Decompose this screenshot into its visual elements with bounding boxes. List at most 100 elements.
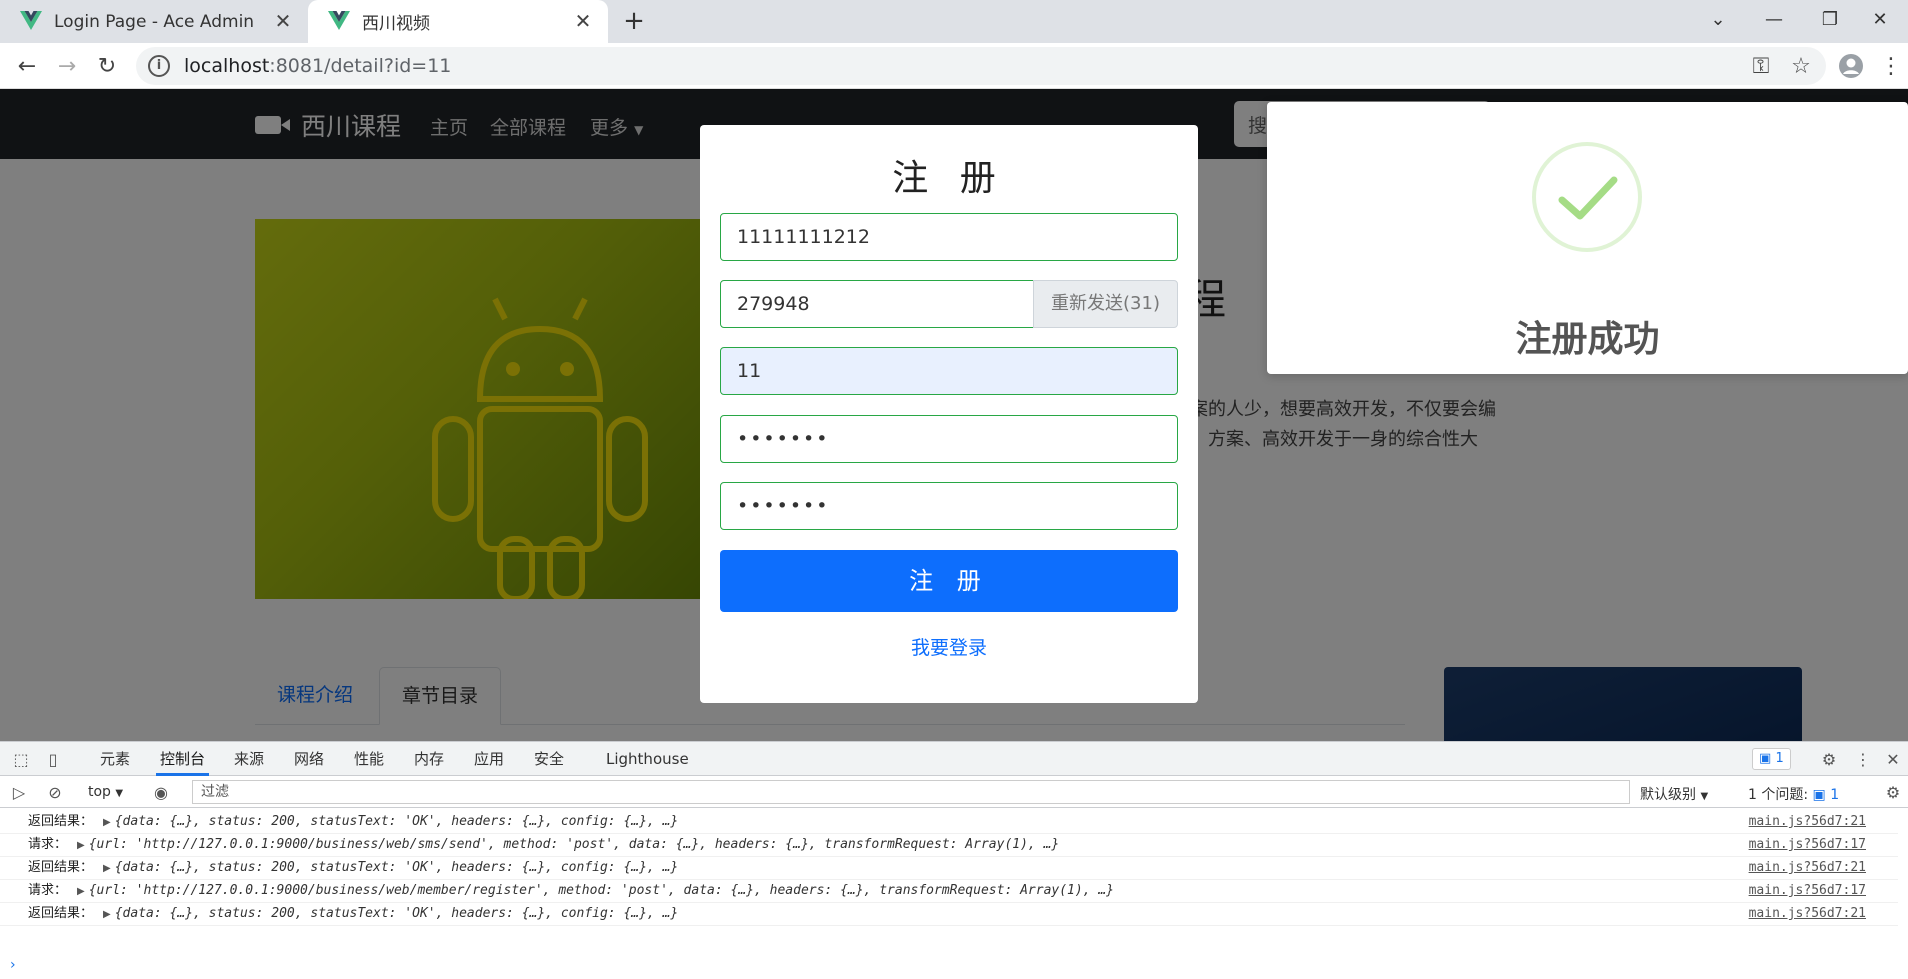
close-tab-icon[interactable]: ✕ bbox=[272, 9, 294, 33]
context-selector[interactable]: top ▼ bbox=[88, 784, 123, 800]
console-prompt-icon[interactable]: › bbox=[10, 957, 16, 973]
log-source-link[interactable]: main.js?56d7:21 bbox=[1749, 903, 1866, 925]
log-level-dropdown[interactable]: 默认级别 ▼ bbox=[1640, 784, 1708, 804]
issues-button[interactable]: 1 个问题: ▣ 1 bbox=[1748, 784, 1839, 804]
console-log-row: 返回结果： ▶ {data: {…}, status: 200, statusTex… bbox=[0, 811, 1898, 834]
register-title: 注 册 bbox=[892, 158, 1006, 199]
messages-badge[interactable]: ▣ 1 bbox=[1752, 748, 1791, 770]
phone-input[interactable]: 11111111212 bbox=[720, 213, 1178, 261]
log-label: 返回结果： bbox=[28, 814, 94, 829]
close-devtools-icon[interactable]: ✕ bbox=[1882, 748, 1904, 770]
clear-console-icon[interactable]: ⊘ bbox=[44, 781, 66, 803]
devtools-tab-security[interactable]: 安全 bbox=[530, 742, 568, 776]
go-login-link[interactable]: 我要登录 bbox=[700, 633, 1198, 660]
caret-down-icon: ▼ bbox=[115, 788, 124, 799]
close-tab-icon[interactable]: ✕ bbox=[572, 9, 594, 33]
restore-button[interactable]: ❐ bbox=[1802, 0, 1858, 38]
site-info-icon[interactable]: i bbox=[148, 55, 170, 77]
url-host: localhost bbox=[184, 55, 270, 77]
tab-title: Login Page - Ace Admin bbox=[54, 11, 255, 32]
expand-arrow-icon[interactable]: ▶ bbox=[103, 817, 111, 828]
address-bar-row: ← → ↻ i localhost:8081/detail?id=11 ⚿ ☆ … bbox=[0, 43, 1908, 89]
log-label: 返回结果： bbox=[28, 860, 94, 875]
key-icon[interactable]: ⚿ bbox=[1746, 51, 1776, 81]
messages-count: 1 bbox=[1775, 751, 1784, 766]
log-source-link[interactable]: main.js?56d7:17 bbox=[1749, 834, 1866, 856]
browser-tab-login[interactable]: Login Page - Ace Admin ✕ bbox=[0, 0, 308, 43]
devtools-tab-elements[interactable]: 元素 bbox=[96, 742, 134, 776]
console-settings-icon[interactable]: ⚙ bbox=[1882, 781, 1904, 803]
inspect-element-icon[interactable]: ⬚ bbox=[10, 748, 32, 770]
devtools-tab-application[interactable]: 应用 bbox=[470, 742, 508, 776]
devtools-tab-lighthouse[interactable]: Lighthouse bbox=[602, 742, 693, 776]
log-source-link[interactable]: main.js?56d7:21 bbox=[1749, 811, 1866, 833]
log-label: 请求： bbox=[28, 837, 68, 852]
expand-arrow-icon[interactable]: ▶ bbox=[77, 886, 85, 897]
forward-icon[interactable]: → bbox=[50, 49, 84, 83]
confirm-password-input[interactable]: ••••••• bbox=[720, 482, 1178, 530]
issues-label: 1 个问题: bbox=[1748, 787, 1809, 803]
log-source-link[interactable]: main.js?56d7:21 bbox=[1749, 857, 1866, 879]
expand-arrow-icon[interactable]: ▶ bbox=[103, 909, 111, 920]
success-title: 注册成功 bbox=[1515, 319, 1660, 360]
back-icon[interactable]: ← bbox=[10, 49, 44, 83]
issues-count: 1 bbox=[1830, 787, 1840, 803]
devtools-panel: ⬚ ▯ 元素 控制台 来源 网络 性能 内存 应用 安全 Lighthouse … bbox=[0, 741, 1908, 979]
minimize-button[interactable]: — bbox=[1746, 0, 1802, 38]
new-tab-button[interactable]: + bbox=[620, 8, 648, 36]
devtools-tab-sources[interactable]: 来源 bbox=[230, 742, 268, 776]
bookmark-star-icon[interactable]: ☆ bbox=[1786, 51, 1816, 81]
message-icon: ▣ bbox=[1759, 751, 1772, 766]
devtools-menu-icon[interactable]: ⋮ bbox=[1852, 748, 1874, 770]
log-object[interactable]: {data: {…}, status: 200, statusText: 'OK… bbox=[115, 814, 679, 829]
register-modal: 注 册 11111111212 279948 重新发送(31) 11 •••••… bbox=[700, 125, 1198, 703]
vue-logo-icon bbox=[20, 10, 42, 33]
log-label: 请求： bbox=[28, 883, 68, 898]
log-level-label: 默认级别 bbox=[1640, 787, 1696, 803]
register-submit-button[interactable]: 注 册 bbox=[720, 550, 1178, 612]
settings-gear-icon[interactable]: ⚙ bbox=[1818, 748, 1840, 770]
name-input[interactable]: 11 bbox=[720, 347, 1178, 395]
log-label: 返回结果： bbox=[28, 906, 94, 921]
console-toolbar: ▷ ⊘ top ▼ ◉ 过滤 默认级别 ▼ 1 个问题: ▣ 1 ⚙ bbox=[0, 776, 1908, 808]
url-input[interactable]: i localhost:8081/detail?id=11 bbox=[136, 47, 1826, 85]
url-path: :8081/detail?id=11 bbox=[269, 55, 452, 77]
context-label: top bbox=[88, 784, 111, 800]
profile-avatar-icon[interactable] bbox=[1836, 51, 1866, 81]
success-dialog: 注册成功 bbox=[1267, 102, 1908, 374]
password-input[interactable]: ••••••• bbox=[720, 415, 1178, 463]
success-check-icon bbox=[1558, 176, 1618, 220]
resend-code-button[interactable]: 重新发送(31) bbox=[1033, 280, 1178, 328]
sidebar-toggle-icon[interactable]: ▷ bbox=[8, 781, 30, 803]
console-filter-input[interactable]: 过滤 bbox=[192, 780, 1630, 804]
expand-arrow-icon[interactable]: ▶ bbox=[77, 840, 85, 851]
vue-logo-icon bbox=[328, 10, 350, 33]
devtools-tab-network[interactable]: 网络 bbox=[290, 742, 328, 776]
devtools-tab-memory[interactable]: 内存 bbox=[410, 742, 448, 776]
console-log-row: 请求： ▶ {url: 'http://127.0.0.1:9000/busines… bbox=[0, 880, 1898, 903]
close-window-button[interactable]: ✕ bbox=[1852, 0, 1908, 38]
browser-tab-active[interactable]: 西川视频 ✕ bbox=[308, 0, 608, 43]
sms-code-input[interactable]: 279948 bbox=[720, 280, 1034, 328]
log-source-link[interactable]: main.js?56d7:17 bbox=[1749, 880, 1866, 902]
expand-arrow-icon[interactable]: ▶ bbox=[103, 863, 111, 874]
eye-icon[interactable]: ◉ bbox=[150, 781, 172, 803]
console-log-row: 返回结果： ▶ {data: {…}, status: 200, statusTex… bbox=[0, 903, 1898, 926]
device-toolbar-icon[interactable]: ▯ bbox=[42, 748, 64, 770]
message-icon: ▣ bbox=[1812, 787, 1826, 803]
tab-search-icon[interactable]: ⌄ bbox=[1690, 0, 1746, 38]
devtools-tab-performance[interactable]: 性能 bbox=[350, 742, 388, 776]
caret-down-icon: ▼ bbox=[1700, 791, 1709, 802]
log-object[interactable]: {url: 'http://127.0.0.1:9000/business/we… bbox=[89, 837, 1060, 852]
log-object[interactable]: {data: {…}, status: 200, statusText: 'OK… bbox=[115, 906, 679, 921]
log-object[interactable]: {data: {…}, status: 200, statusText: 'OK… bbox=[115, 860, 679, 875]
page-viewport: 西川课程 主页 全部课程 更多 ▼ 搜 l+Vu 顶课程 提出解决方案的人 bbox=[0, 89, 1908, 741]
devtools-tab-console[interactable]: 控制台 bbox=[156, 742, 210, 776]
reload-icon[interactable]: ↻ bbox=[90, 49, 124, 83]
browser-menu-icon[interactable]: ⋮ bbox=[1876, 51, 1906, 81]
console-log-row: 请求： ▶ {url: 'http://127.0.0.1:9000/busines… bbox=[0, 834, 1898, 857]
log-object[interactable]: {url: 'http://127.0.0.1:9000/business/we… bbox=[89, 883, 1114, 898]
console-log-row: 返回结果： ▶ {data: {…}, status: 200, statusTex… bbox=[0, 857, 1898, 880]
browser-tab-bar: Login Page - Ace Admin ✕ 西川视频 ✕ + ⌄ — ❐ … bbox=[0, 0, 1908, 43]
tab-title: 西川视频 bbox=[362, 14, 430, 34]
